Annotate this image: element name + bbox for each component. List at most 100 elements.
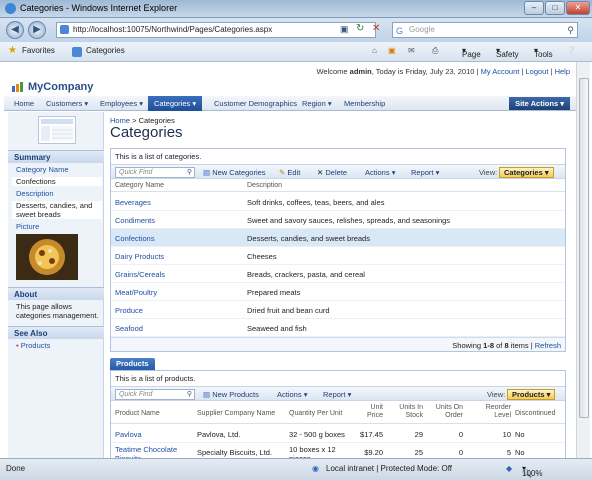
status-bar: Done ◉ Local intranet | Protected Mode: … (0, 458, 592, 480)
products-report-menu[interactable]: Report ▾ (323, 390, 351, 399)
edit-button[interactable]: ✎ Edit (279, 168, 300, 177)
menu-region[interactable]: Region ▾ (302, 99, 332, 108)
view-selector[interactable]: Categories ▾ (499, 167, 554, 178)
zone-text: Local intranet | Protected Mode: Off (326, 464, 452, 473)
column-units-on-order[interactable]: Units On Order (431, 404, 463, 420)
table-row[interactable]: Produce Dried fruit and bean curd (111, 301, 565, 319)
products-quick-find[interactable]: Quick Find ⚲ (115, 389, 195, 400)
print-icon[interactable]: ⎙ (432, 46, 438, 56)
supplier-cell: Pavlova, Ltd. (197, 430, 241, 439)
menu-customer-demographics[interactable]: Customer Demographics (214, 99, 297, 108)
category-name-cell[interactable]: Produce (115, 306, 143, 315)
favorites-button[interactable]: Favorites (22, 46, 55, 55)
category-name-cell[interactable]: Condiments (115, 216, 155, 225)
table-row[interactable]: Dairy Products Cheeses (111, 247, 565, 265)
new-products-label: New Products (212, 390, 259, 399)
compat-icon[interactable]: ▣ (340, 24, 349, 35)
feeds-icon[interactable]: ▣ (388, 46, 396, 55)
column-quantity[interactable]: Quantity Per Unit (289, 410, 342, 417)
help-icon[interactable]: ❔ (566, 46, 576, 55)
vertical-scrollbar[interactable] (576, 62, 590, 458)
forward-button[interactable]: ▶ (28, 21, 46, 39)
new-products-button[interactable]: ▤ New Products (203, 390, 259, 399)
pager-mid: of (494, 341, 505, 350)
site-actions-button[interactable]: Site Actions ▾ (509, 97, 570, 110)
delete-button[interactable]: ✕ Delete (317, 168, 347, 177)
browser-tab[interactable]: Categories (86, 46, 125, 55)
logout-link[interactable]: Logout (525, 67, 548, 76)
view-label: View: (479, 168, 498, 177)
safety-menu[interactable]: Safety ▾ (496, 46, 519, 59)
product-name-cell[interactable]: Teatime Chocolate Biscuits (115, 445, 193, 458)
minimize-button[interactable]: – (524, 1, 544, 15)
protected-mode-icon: ◆ (506, 464, 513, 473)
site-header: Welcome admin, Today is Friday, July 23,… (4, 62, 576, 96)
category-name-cell[interactable]: Confections (115, 234, 155, 243)
category-name-cell[interactable]: Grains/Cereals (115, 270, 165, 279)
category-name-cell[interactable]: Beverages (115, 198, 151, 207)
page-menu[interactable]: Page ▾ (462, 46, 481, 59)
products-report-label: Report (323, 390, 346, 399)
menu-customers[interactable]: Customers ▾ (46, 99, 88, 108)
search-input[interactable]: G Google ⚲ (392, 22, 578, 38)
new-icon: ▤ (203, 390, 211, 399)
table-row[interactable]: Seafood Seaweed and fish (111, 319, 565, 337)
menu-membership[interactable]: Membership (344, 99, 385, 108)
refresh-icon[interactable]: ↻ (356, 23, 364, 34)
actions-menu[interactable]: Actions ▾ (365, 168, 395, 177)
tools-menu[interactable]: Tools ▾ (534, 46, 553, 59)
new-categories-label: New Categories (212, 168, 266, 177)
back-button[interactable]: ◀ (6, 21, 24, 39)
maximize-button[interactable]: □ (545, 1, 565, 15)
column-description[interactable]: Description (247, 182, 282, 189)
column-supplier[interactable]: Supplier Company Name (197, 410, 275, 417)
table-row[interactable]: Pavlova Pavlova, Ltd. 32 - 500 g boxes $… (111, 425, 565, 443)
refresh-link[interactable]: Refresh (535, 341, 561, 350)
column-units-in-stock[interactable]: Units In Stock (391, 404, 423, 420)
products-grid: This is a list of products. Quick Find ⚲ … (110, 370, 566, 458)
report-menu[interactable]: Report ▾ (411, 168, 439, 177)
category-name-cell[interactable]: Seafood (115, 324, 143, 333)
my-account-link[interactable]: My Account (481, 67, 520, 76)
address-input[interactable]: http://localhost:10075/Northwind/Pages/C… (56, 22, 376, 38)
table-row-selected[interactable]: Confections Desserts, candies, and sweet … (111, 229, 565, 247)
see-also-products-link[interactable]: Products (21, 341, 51, 350)
search-icon[interactable]: ⚲ (567, 23, 574, 37)
stop-icon[interactable]: ✕ (372, 23, 380, 34)
products-view-selector-value: Products (512, 390, 545, 399)
window-titlebar: Categories - Windows Internet Explorer –… (0, 0, 592, 18)
column-product-name[interactable]: Product Name (115, 410, 160, 417)
column-reorder-level[interactable]: Reorder Level (475, 404, 511, 420)
see-also-products[interactable]: ▪ Products (12, 341, 102, 350)
column-discontinued[interactable]: Discontinued (515, 410, 555, 417)
zoom-control[interactable]: 🔍 100% ▾ (522, 464, 542, 478)
categories-quick-find[interactable]: Quick Find ⚲ (115, 167, 195, 178)
search-placeholder: Google (409, 25, 435, 34)
column-unit-price[interactable]: Unit Price (359, 404, 383, 420)
category-name-cell[interactable]: Meat/Poultry (115, 288, 157, 297)
products-actions-menu[interactable]: Actions ▾ (277, 390, 307, 399)
quantity-cell: 10 boxes x 12 pieces (289, 445, 336, 458)
column-category-name[interactable]: Category Name (115, 182, 164, 189)
close-button[interactable]: ✕ (566, 1, 590, 15)
logo-text[interactable]: MyCompany (28, 81, 93, 93)
products-view-selector[interactable]: Products ▾ (507, 389, 556, 400)
table-row[interactable]: Meat/Poultry Prepared meats (111, 283, 565, 301)
menu-categories[interactable]: Categories ▾ (148, 96, 203, 111)
products-tab[interactable]: Products (110, 358, 155, 370)
menu-home[interactable]: Home (14, 99, 34, 108)
table-row[interactable]: Grains/Cereals Breads, crackers, pasta, a… (111, 265, 565, 283)
mail-icon[interactable]: ✉ (408, 46, 415, 55)
menu-customers-label: Customers (46, 99, 83, 108)
home-icon[interactable]: ⌂ (372, 46, 377, 55)
table-row[interactable]: Beverages Soft drinks, coffees, teas, bee… (111, 193, 565, 211)
product-name-cell[interactable]: Pavlova (115, 430, 142, 439)
scrollbar-thumb[interactable] (579, 78, 589, 418)
new-categories-button[interactable]: ▤ New Categories (203, 168, 266, 177)
table-row[interactable]: Teatime Chocolate Biscuits Specialty Bis… (111, 443, 565, 458)
description-cell: Desserts, candies, and sweet breads (247, 234, 370, 243)
menu-employees[interactable]: Employees ▾ (100, 99, 143, 108)
category-name-cell[interactable]: Dairy Products (115, 252, 164, 261)
help-link[interactable]: Help (555, 67, 570, 76)
table-row[interactable]: Condiments Sweet and savory sauces, relis… (111, 211, 565, 229)
